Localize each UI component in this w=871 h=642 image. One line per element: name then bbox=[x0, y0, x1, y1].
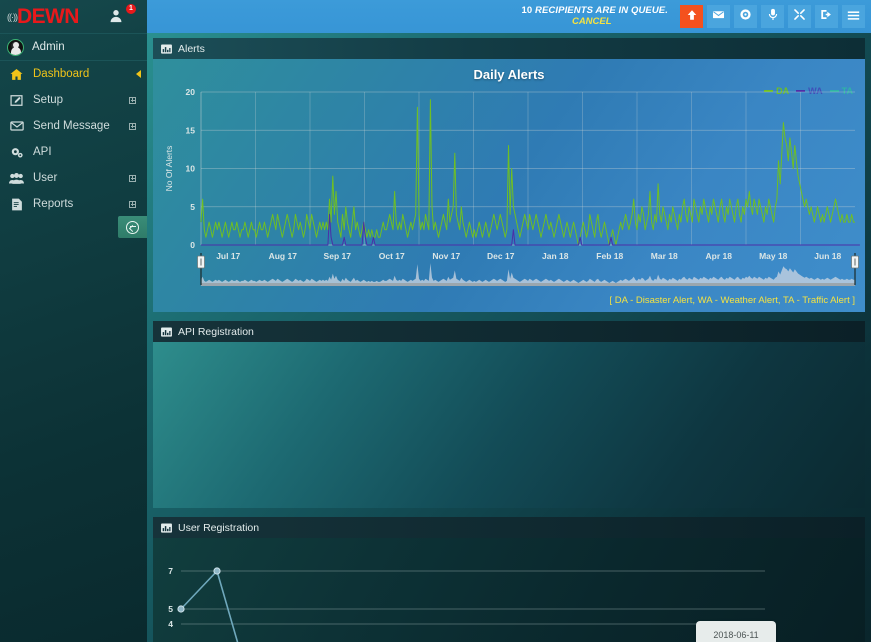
brand-text: DEWN bbox=[17, 5, 79, 28]
svg-text:10: 10 bbox=[186, 164, 196, 174]
upload-button[interactable] bbox=[680, 5, 703, 28]
svg-text:Jan 18: Jan 18 bbox=[542, 251, 569, 261]
sidebar-item-reports[interactable]: Reports bbox=[0, 191, 147, 217]
chart-tooltip: 2018-06-11 bbox=[696, 621, 776, 642]
svg-text:No Of Alerts: No Of Alerts bbox=[164, 146, 174, 192]
sidebar-item-dashboard[interactable]: Dashboard bbox=[0, 61, 147, 87]
svg-text:Oct 17: Oct 17 bbox=[379, 251, 405, 261]
svg-text:Jun 18: Jun 18 bbox=[814, 251, 841, 261]
svg-text:20: 20 bbox=[186, 87, 196, 97]
menu-button[interactable] bbox=[842, 5, 865, 28]
chart-icon bbox=[161, 44, 172, 54]
speaker-icon bbox=[739, 8, 752, 26]
queue-message: 10 RECIPIENTS ARE IN QUEUE. bbox=[521, 4, 669, 17]
expand-icon[interactable] bbox=[129, 122, 136, 130]
user-notification-button[interactable]: 1 bbox=[109, 4, 136, 29]
alerts-panel-title: Alerts bbox=[178, 42, 205, 55]
alerts-panel: Alerts Daily Alerts DA WA TA 0 5 10 15 20 Jul… bbox=[153, 38, 865, 312]
user-panel-title: User Registration bbox=[178, 521, 260, 534]
svg-text:Nov 17: Nov 17 bbox=[432, 251, 460, 261]
sidebar-item-label: API bbox=[33, 146, 52, 158]
expand-icon[interactable] bbox=[129, 200, 136, 208]
envelope-icon bbox=[712, 8, 725, 26]
sidebar-item-label: Dashboard bbox=[33, 68, 90, 80]
user-registration-panel: User Registration 4 5 7 2018-06-11 bbox=[153, 517, 865, 642]
brand-logo[interactable]: ((·)) DEWN bbox=[0, 6, 79, 27]
main-content: Alerts Daily Alerts DA WA TA 0 5 10 15 20 Jul… bbox=[147, 33, 871, 642]
cancel-queue-link[interactable]: CANCEL bbox=[522, 16, 669, 28]
notification-count-badge: 1 bbox=[126, 4, 136, 14]
sidebar-profile[interactable]: Admin bbox=[0, 33, 147, 61]
voice-button[interactable] bbox=[761, 5, 784, 28]
svg-text:May 18: May 18 bbox=[759, 251, 788, 261]
avatar bbox=[7, 38, 24, 56]
sidebar-item-user[interactable]: User bbox=[0, 165, 147, 191]
svg-text:5: 5 bbox=[168, 604, 173, 614]
daily-alerts-plot: 0 5 10 15 20 Jul 17 Aug 17 Sep 17 Oct 17 Nov 17 De… bbox=[164, 87, 860, 286]
microphone-icon bbox=[767, 8, 779, 26]
sidebar-item-label: Setup bbox=[33, 94, 64, 106]
sidebar-brand-bar: ((·)) DEWN 1 bbox=[0, 0, 147, 33]
chart-icon bbox=[161, 523, 172, 533]
sidebar-item-label: Reports bbox=[33, 198, 74, 210]
svg-text:Mar 18: Mar 18 bbox=[651, 251, 678, 261]
alerts-chart-container[interactable]: Daily Alerts DA WA TA 0 5 10 15 20 Jul 17 Aug … bbox=[153, 59, 865, 312]
api-chart-container[interactable] bbox=[153, 342, 865, 508]
svg-text:4: 4 bbox=[168, 619, 173, 629]
arrow-up-icon bbox=[686, 8, 698, 26]
chart-icon bbox=[161, 327, 172, 337]
queue-count: 10 bbox=[521, 4, 533, 16]
alerts-legend-note: [ DA - Disaster Alert, WA - Weather Aler… bbox=[609, 295, 856, 306]
logout-button[interactable] bbox=[815, 5, 838, 28]
expand-icon[interactable] bbox=[129, 96, 136, 104]
user-icon bbox=[109, 9, 123, 28]
sidebar-item-send-message[interactable]: Send Message bbox=[0, 113, 147, 139]
sign-out-icon bbox=[820, 8, 833, 26]
chevron-left-icon bbox=[136, 70, 141, 78]
arrow-circle-left-icon bbox=[126, 220, 139, 234]
hamburger-icon bbox=[847, 8, 860, 26]
alerts-panel-header: Alerts bbox=[153, 38, 865, 59]
users-icon bbox=[9, 172, 24, 185]
pencil-square-icon bbox=[9, 94, 24, 107]
svg-text:Sep 17: Sep 17 bbox=[324, 251, 352, 261]
gears-icon bbox=[9, 146, 24, 159]
svg-text:Jul 17: Jul 17 bbox=[216, 251, 240, 261]
sidebar-item-label: User bbox=[33, 172, 58, 184]
expand-icon bbox=[793, 8, 806, 26]
svg-text:0: 0 bbox=[190, 240, 195, 250]
sidebar-item-api[interactable]: API bbox=[0, 139, 147, 165]
sidebar-collapse-button[interactable] bbox=[118, 216, 147, 238]
svg-text:5: 5 bbox=[190, 202, 195, 212]
broadcast-button[interactable] bbox=[734, 5, 757, 28]
profile-name: Admin bbox=[32, 41, 65, 53]
topbar: 10 RECIPIENTS ARE IN QUEUE. CANCEL bbox=[147, 0, 871, 33]
api-registration-panel: API Registration bbox=[153, 321, 865, 508]
home-icon bbox=[9, 68, 24, 81]
queue-status: 10 RECIPIENTS ARE IN QUEUE. CANCEL bbox=[521, 4, 669, 28]
svg-text:Apr 18: Apr 18 bbox=[706, 251, 733, 261]
queue-text: RECIPIENTS ARE IN QUEUE. bbox=[535, 4, 668, 16]
svg-text:7: 7 bbox=[168, 566, 173, 576]
expand-icon[interactable] bbox=[129, 174, 136, 182]
user-registration-chart-container[interactable]: 4 5 7 2018-06-11 bbox=[153, 538, 865, 642]
api-panel-header: API Registration bbox=[153, 321, 865, 342]
broadcast-waves-icon: ((·)) bbox=[7, 12, 18, 22]
api-panel-title: API Registration bbox=[178, 325, 254, 338]
svg-text:Feb 18: Feb 18 bbox=[596, 251, 623, 261]
user-panel-header: User Registration bbox=[153, 517, 865, 538]
sidebar-item-label: Send Message bbox=[33, 120, 110, 132]
sidebar-item-setup[interactable]: Setup bbox=[0, 87, 147, 113]
messages-button[interactable] bbox=[707, 5, 730, 28]
svg-text:Dec 17: Dec 17 bbox=[487, 251, 515, 261]
fullscreen-button[interactable] bbox=[788, 5, 811, 28]
file-text-icon bbox=[9, 198, 24, 211]
sidebar: ((·)) DEWN 1 Admin Dashboard Setup Send … bbox=[0, 0, 147, 642]
envelope-icon bbox=[9, 119, 24, 133]
svg-text:Aug 17: Aug 17 bbox=[269, 251, 298, 261]
svg-text:15: 15 bbox=[186, 125, 196, 135]
